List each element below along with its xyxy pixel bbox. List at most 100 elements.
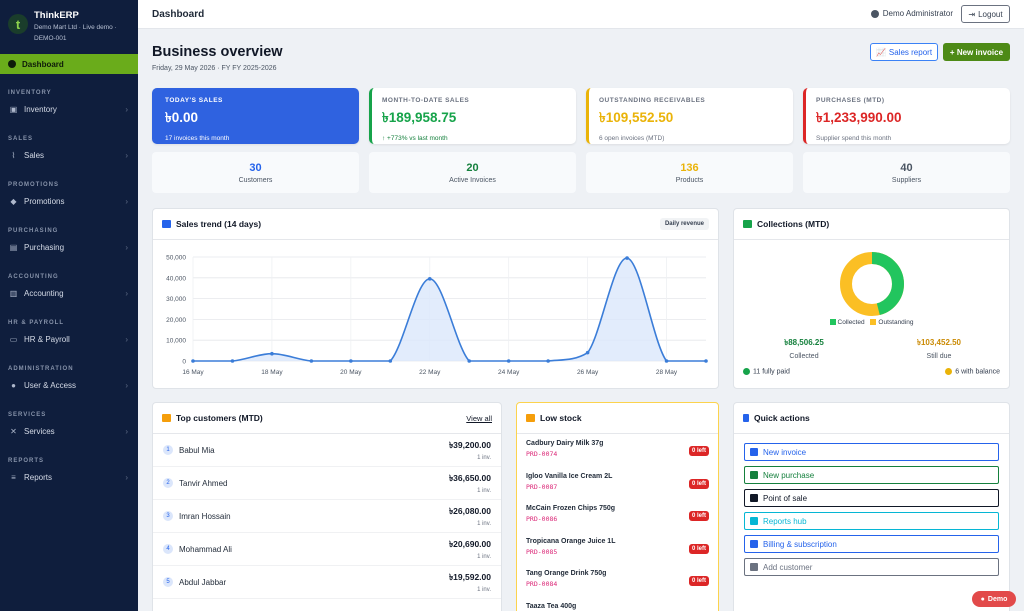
sidebar-item-purchasing[interactable]: ▤ Purchasing › xyxy=(0,236,138,258)
sidebar-item-hr-payroll[interactable]: ▭ HR & Payroll › xyxy=(0,328,138,350)
product-name: Tropicana Orange Juice 1L xyxy=(526,537,616,545)
customer-row[interactable]: 4 Mohammad Ali ৳20,690.00 1 inv. xyxy=(153,533,501,566)
sidebar-item-user-access[interactable]: ● User & Access › xyxy=(0,374,138,396)
sidebar-item-inventory[interactable]: ▣ Inventory › xyxy=(0,98,138,120)
customer-row[interactable]: 5 Abdul Jabbar ৳19,592.00 1 inv. xyxy=(153,566,501,599)
stat-tile: 40 Suppliers xyxy=(803,152,1010,193)
data-point xyxy=(270,351,274,356)
kpi-subtext: 17 invoices this month xyxy=(165,135,230,142)
quick-action-new-purchase[interactable]: New purchase xyxy=(744,466,999,484)
demo-badge[interactable]: ● Demo xyxy=(972,591,1016,607)
x-tick-label: 26 May xyxy=(577,369,599,376)
low-stock-row[interactable]: Taaza Tea 400g xyxy=(517,597,718,611)
sidebar-item-label: Accounting xyxy=(24,288,64,298)
sidebar-item-dashboard[interactable]: Dashboard xyxy=(0,54,138,74)
collections-donut xyxy=(840,252,904,316)
quick-action-point-of-sale[interactable]: Point of sale xyxy=(744,489,999,507)
kpi-value: ৳109,552.50 xyxy=(599,110,674,125)
customer-totals: ৳36,650.00 1 inv. xyxy=(449,472,491,494)
data-point xyxy=(191,359,195,363)
quick-action-reports-hub[interactable]: Reports hub xyxy=(744,512,999,530)
product-code: PRD-0086 xyxy=(526,515,558,523)
sales-report-button[interactable]: 📈 Sales report xyxy=(870,43,938,61)
customer-row[interactable]: 1 Babul Mia ৳39,200.00 1 inv. xyxy=(153,434,501,467)
customer-invoice-count: 1 inv. xyxy=(477,587,491,593)
stat-value: 30 xyxy=(249,162,262,174)
kpi-value: ৳0.00 xyxy=(165,110,198,125)
low-stock-row[interactable]: McCain Frozen Chips 750g PRD-0086 0 left xyxy=(517,499,718,532)
sales-trend-header: Sales trend (14 days) xyxy=(153,209,718,240)
fully-paid-label: 11 fully paid xyxy=(753,368,790,376)
sales-trend-card: Sales trend (14 days) Daily revenue 0 10,… xyxy=(152,208,719,389)
customer-row[interactable]: 3 Imran Hossain ৳26,080.00 1 inv. xyxy=(153,500,501,533)
low-stock-row[interactable]: Cadbury Dairy Milk 37g PRD-0074 0 left xyxy=(517,434,718,467)
data-point xyxy=(704,359,708,363)
tag-icon: ◆ xyxy=(10,196,17,206)
report-icon: ≡ xyxy=(11,472,16,482)
x-tick-label: 22 May xyxy=(419,369,441,376)
bank-icon: ▥ xyxy=(9,288,18,298)
kpi-value: ৳1,233,990.00 xyxy=(816,110,902,125)
kpi-card: MONTH-TO-DATE SALES ৳189,958.75 ↑ +773% vs… xyxy=(369,88,576,144)
customer-name: Mohammad Ali xyxy=(179,544,232,554)
sidebar-item-sales[interactable]: ⌇ Sales › xyxy=(0,144,138,166)
brand-logo: t xyxy=(8,14,28,34)
sales-report-label: Sales report xyxy=(888,47,933,57)
quick-action-label: Reports hub xyxy=(763,516,807,526)
new-invoice-button[interactable]: + New invoice xyxy=(943,43,1010,61)
low-stock-row[interactable]: Igloo Vanilla Ice Cream 2L PRD-0087 0 left xyxy=(517,467,718,500)
user-menu[interactable]: Demo Administrator xyxy=(870,9,953,18)
quick-action-label: New invoice xyxy=(763,447,807,457)
sales-trend-chart: 0 10,000 20,000 30,000 40,000 50,000 16 May 18 … xyxy=(166,255,708,376)
chevron-right-icon: › xyxy=(125,242,128,252)
data-point xyxy=(664,359,669,363)
stat-label: Suppliers xyxy=(891,177,922,184)
product-code: PRD-0074 xyxy=(526,450,558,458)
customer-invoice-count: 1 inv. xyxy=(477,521,491,527)
logout-button[interactable]: ⇥ Logout xyxy=(961,5,1010,23)
sidebar-item-label: Purchasing xyxy=(24,242,65,252)
y-tick-label: 10,000 xyxy=(166,338,186,345)
collections-card: Collections (MTD) Collected Outstanding … xyxy=(733,208,1010,389)
cart-icon: ▤ xyxy=(9,242,18,252)
kpi-subtext: 6 open invoices (MTD) xyxy=(599,135,665,142)
clock-icon xyxy=(945,368,953,375)
quick-action-label: Point of sale xyxy=(763,493,808,503)
demo-label: Demo xyxy=(987,595,1008,603)
quick-action-label: New purchase xyxy=(763,470,815,480)
customer-row[interactable]: 2 Tanvir Ahmed ৳36,650.00 1 inv. xyxy=(153,467,501,500)
crown-icon xyxy=(162,414,171,422)
view-all-link[interactable]: View all xyxy=(466,414,492,423)
sidebar-section-title: HR & PAYROLL xyxy=(8,320,65,326)
sidebar-item-services[interactable]: ✕ Services › xyxy=(0,420,138,442)
customer-invoice-count: 1 inv. xyxy=(477,455,491,461)
collected-value: ৳88,506.25 xyxy=(784,338,824,347)
low-stock-title: Low stock xyxy=(540,413,582,423)
kpi-card: PURCHASES (MTD) ৳1,233,990.00 Supplier spe… xyxy=(803,88,1010,144)
customer-name: Tanvir Ahmed xyxy=(179,478,228,488)
chevron-right-icon: › xyxy=(125,380,128,390)
chevron-right-icon: › xyxy=(125,472,128,482)
due-summary: ৳103,452.50 Still due xyxy=(899,337,979,360)
x-tick-label: 28 May xyxy=(656,369,678,376)
legend-swatch-collected xyxy=(829,319,836,326)
sales-trend-title: Sales trend (14 days) xyxy=(176,219,262,229)
quick-action-add-customer[interactable]: Add customer xyxy=(744,558,999,576)
customer-totals: ৳19,592.00 1 inv. xyxy=(449,571,491,593)
sidebar-item-accounting[interactable]: ▥ Accounting › xyxy=(0,282,138,304)
topbar: Dashboard Demo Administrator ⇥ Logout xyxy=(138,0,1024,29)
product-name: Igloo Vanilla Ice Cream 2L xyxy=(526,472,613,480)
sidebar-item-promotions[interactable]: ◆ Promotions › xyxy=(0,190,138,212)
low-stock-row[interactable]: Tang Orange Drink 750g PRD-0084 0 left xyxy=(517,564,718,597)
chevron-right-icon: › xyxy=(125,426,128,436)
stat-tile: 136 Products xyxy=(586,152,793,193)
quick-action-new-invoice[interactable]: New invoice xyxy=(744,443,999,461)
stock-badge: 0 left xyxy=(688,576,709,586)
low-stock-row[interactable]: Tropicana Orange Juice 1L PRD-0085 0 left xyxy=(517,532,718,565)
sidebar-item-reports[interactable]: ≡ Reports › xyxy=(0,466,138,488)
stat-tile: 30 Customers xyxy=(152,152,359,193)
customer-amount: ৳26,080.00 xyxy=(448,506,491,516)
customer-totals: ৳20,690.00 1 inv. xyxy=(449,538,491,560)
logout-label: Logout xyxy=(978,9,1003,19)
quick-action-billing-subscription[interactable]: Billing & subscription xyxy=(744,535,999,553)
